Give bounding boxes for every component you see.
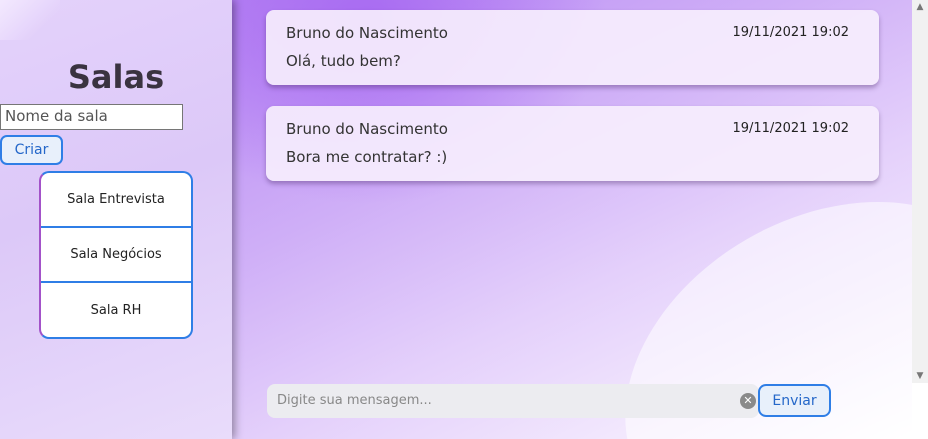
message-author: Bruno do Nascimento [286,120,448,138]
clear-icon[interactable]: ✕ [740,393,756,409]
message-input-placeholder: Digite sua mensagem... [277,393,432,408]
message-card: Bruno do Nascimento 19/11/2021 19:02 Bor… [266,106,879,181]
message-author: Bruno do Nascimento [286,24,448,42]
sidebar-title: Salas [67,58,165,96]
sidebar: Salas Nome da sala Criar Sala Entrevista… [0,0,232,439]
vertical-scrollbar[interactable]: ▲ ▼ [912,0,928,383]
create-room-button[interactable]: Criar [0,135,63,165]
message-timestamp: 19/11/2021 19:02 [732,121,849,136]
room-item-negocios[interactable]: Sala Negócios [41,228,191,283]
window-corner [912,383,928,439]
scroll-down-icon[interactable]: ▼ [912,369,928,383]
message-timestamp: 19/11/2021 19:02 [732,25,849,40]
message-input[interactable]: Digite sua mensagem... ✕ [267,384,759,418]
message-text: Olá, tudo bem? [286,52,401,70]
message-card: Bruno do Nascimento 19/11/2021 19:02 Olá… [266,10,879,85]
room-name-input[interactable]: Nome da sala [0,104,183,130]
send-button[interactable]: Enviar [758,384,831,417]
room-list: Sala Entrevista Sala Negócios Sala RH [39,171,193,339]
scroll-up-icon[interactable]: ▲ [912,0,928,14]
room-item-entrevista[interactable]: Sala Entrevista [41,173,191,228]
message-text: Bora me contratar? :) [286,148,448,166]
room-item-rh[interactable]: Sala RH [41,283,191,337]
chat-area: Bruno do Nascimento 19/11/2021 19:02 Olá… [232,0,912,439]
